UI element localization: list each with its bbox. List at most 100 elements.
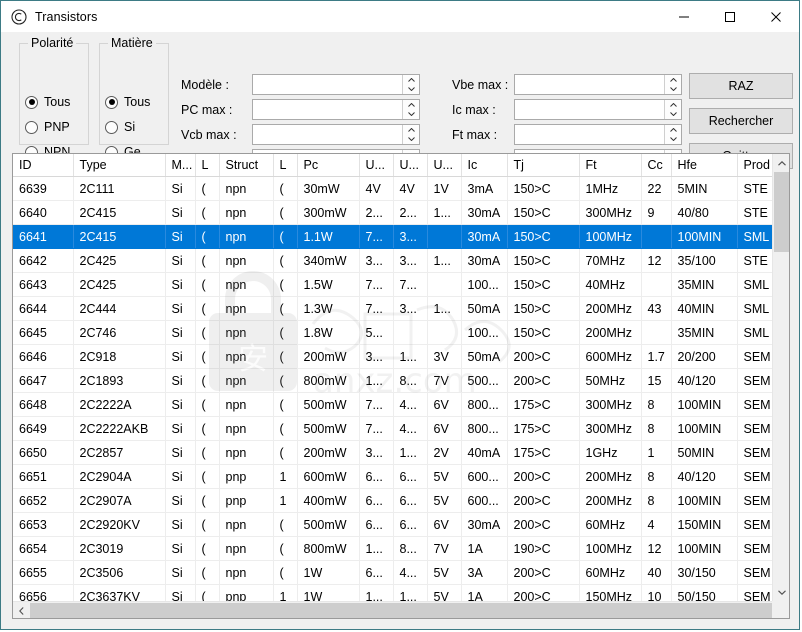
grid-column-header-pc[interactable]: Pc: [297, 154, 360, 177]
vbe-max-field[interactable]: [514, 74, 682, 95]
table-row[interactable]: 6648 2C2222A Si(npn(500mW 7... 4... 6V 800... 1…: [13, 392, 773, 417]
cell-l1: (: [195, 392, 220, 417]
grid-column-header-ic[interactable]: Ic: [461, 154, 508, 177]
chevron-down-icon[interactable]: [665, 85, 681, 95]
radio-material-si[interactable]: Si: [105, 120, 135, 134]
cell-ft: 300MHz: [579, 200, 642, 225]
table-row[interactable]: 6652 2C2907A Si(pnp 1 400mW 6... 6... 5V 600... 2…: [13, 488, 773, 513]
radio-polarity-tous[interactable]: Tous: [25, 95, 70, 109]
radio-polarity-pnp[interactable]: PNP: [25, 120, 70, 134]
pc-max-field[interactable]: [252, 99, 420, 120]
cell-cc: 4: [641, 512, 672, 537]
ic-max-spinner[interactable]: [664, 100, 681, 119]
grid-column-header-ft[interactable]: Ft: [579, 154, 642, 177]
vertical-scrollbar[interactable]: [772, 154, 789, 601]
grid-header-row[interactable]: ID Type M... L Struct L Pc U... U... U... Ic Tj Ft Cc…: [13, 154, 773, 177]
chevron-down-icon[interactable]: [665, 135, 681, 145]
chevron-down-icon[interactable]: [403, 85, 419, 95]
radio-indicator: [105, 120, 118, 134]
rechercher-button[interactable]: Rechercher: [689, 108, 793, 134]
cell-l1: (: [195, 416, 220, 441]
grid-column-header-u2[interactable]: U...: [393, 154, 428, 177]
grid-column-header-hfe[interactable]: Hfe: [671, 154, 738, 177]
chevron-up-icon[interactable]: [665, 75, 681, 85]
table-row[interactable]: 6641 2C415 Si(npn(1.1W 7... 3... 30mA 150>C 100…: [13, 224, 773, 249]
cell-hfe: 5MIN: [671, 176, 738, 201]
table-row[interactable]: 6643 2C425 Si(npn(1.5W 7... 7... 100... 150>C 4…: [13, 272, 773, 297]
ft-max-spinner[interactable]: [664, 125, 681, 144]
cell-u2: 4...: [393, 560, 428, 585]
table-row[interactable]: 6651 2C2904A Si(pnp 1 600mW 6... 6... 5V 600... 2…: [13, 464, 773, 489]
cell-type: 2C3637KV: [73, 584, 166, 601]
raz-button[interactable]: RAZ: [689, 73, 793, 99]
maximize-button[interactable]: [707, 1, 753, 32]
horizontal-scrollbar-thumb[interactable]: [30, 603, 772, 618]
scroll-down-icon[interactable]: [773, 583, 789, 601]
grid-column-header-l1[interactable]: L: [195, 154, 220, 177]
table-row[interactable]: 6640 2C415 Si(npn(300mW 2... 2... 1... 30mA 150…: [13, 200, 773, 225]
horizontal-scrollbar[interactable]: [13, 601, 789, 618]
scroll-up-icon[interactable]: [773, 154, 789, 172]
grid-column-header-u1[interactable]: U...: [359, 154, 394, 177]
chevron-down-icon[interactable]: [403, 135, 419, 145]
modele-field[interactable]: [252, 74, 420, 95]
cell-tj: 200>C: [507, 344, 580, 369]
vbe-max-spinner[interactable]: [664, 75, 681, 94]
minimize-button[interactable]: [661, 1, 707, 32]
table-row[interactable]: 6655 2C3506 Si(npn(1W 6... 4... 5V 3A 200>C 60MH…: [13, 560, 773, 585]
cell-mat: Si: [165, 416, 196, 441]
chevron-down-icon[interactable]: [665, 110, 681, 120]
chevron-up-icon[interactable]: [403, 75, 419, 85]
pc-max-spinner[interactable]: [402, 100, 419, 119]
vbe-max-input[interactable]: [515, 75, 664, 94]
chevron-down-icon[interactable]: [403, 110, 419, 120]
grid-column-header-l2[interactable]: L: [273, 154, 298, 177]
grid-column-header-prod[interactable]: Prod: [737, 154, 773, 177]
chevron-up-icon[interactable]: [403, 100, 419, 110]
transistors-grid[interactable]: ID Type M... L Struct L Pc U... U... U... Ic Tj Ft Cc…: [12, 153, 790, 619]
ft-max-field[interactable]: [514, 124, 682, 145]
grid-column-header-type[interactable]: Type: [73, 154, 166, 177]
cell-type: 2C2222AKB: [73, 416, 166, 441]
table-row[interactable]: 6646 2C918 Si(npn(200mW 3... 1... 3V 50mA 200>C…: [13, 344, 773, 369]
chevron-up-icon[interactable]: [403, 125, 419, 135]
cell-pc: 200mW: [297, 440, 360, 465]
table-row[interactable]: 6650 2C2857 Si(npn(200mW 3... 1... 2V 40mA 175>…: [13, 440, 773, 465]
scroll-left-icon[interactable]: [13, 602, 30, 618]
grid-column-header-u3[interactable]: U...: [427, 154, 462, 177]
ic-max-input[interactable]: [515, 100, 664, 119]
cell-u3: 5V: [427, 584, 462, 601]
grid-column-header-struct[interactable]: Struct: [219, 154, 274, 177]
table-row[interactable]: 6656 2C3637KV Si(pnp 1 1W 1... 1... 5V 1A 200>C 15…: [13, 584, 773, 601]
table-row[interactable]: 6645 2C746 Si(npn(1.8W 5... 100... 150>C 200MH…: [13, 320, 773, 345]
vertical-scrollbar-thumb[interactable]: [774, 172, 789, 252]
ic-max-field[interactable]: [514, 99, 682, 120]
cell-l1: (: [195, 200, 220, 225]
grid-column-header-cc[interactable]: Cc: [641, 154, 672, 177]
modele-input[interactable]: [253, 75, 402, 94]
ft-max-input[interactable]: [515, 125, 664, 144]
modele-spinner[interactable]: [402, 75, 419, 94]
pc-max-input[interactable]: [253, 100, 402, 119]
cell-struct: pnp: [219, 584, 274, 601]
vcb-max-field[interactable]: [252, 124, 420, 145]
cell-pc: 500mW: [297, 416, 360, 441]
table-row[interactable]: 6639 2C111 Si(npn(30mW 4V 4V 1V 3mA 150>C 1MHz 22…: [13, 176, 773, 201]
table-row[interactable]: 6649 2C2222AKB Si(npn(500mW 7... 4... 6V 800..…: [13, 416, 773, 441]
cell-u3: 6V: [427, 512, 462, 537]
grid-column-header-id[interactable]: ID: [13, 154, 74, 177]
vcb-max-spinner[interactable]: [402, 125, 419, 144]
grid-column-header-tj[interactable]: Tj: [507, 154, 580, 177]
close-button[interactable]: [753, 1, 799, 32]
table-row[interactable]: 6654 2C3019 Si(npn(800mW 1... 8... 7V 1A 190>C 1…: [13, 536, 773, 561]
grid-column-header-mat[interactable]: M...: [165, 154, 196, 177]
table-row[interactable]: 6644 2C444 Si(npn(1.3W 7... 3... 1... 50mA 150>…: [13, 296, 773, 321]
radio-material-tous[interactable]: Tous: [105, 95, 150, 109]
table-row[interactable]: 6653 2C2920KV Si(npn(500mW 6... 6... 6V 30mA 20…: [13, 512, 773, 537]
vcb-max-input[interactable]: [253, 125, 402, 144]
table-row[interactable]: 6642 2C425 Si(npn(340mW 3... 3... 1... 30mA 150…: [13, 248, 773, 273]
chevron-up-icon[interactable]: [665, 125, 681, 135]
table-row[interactable]: 6647 2C1893 Si(npn(800mW 1... 8... 7V 500... 20…: [13, 368, 773, 393]
cell-l2: (: [273, 176, 298, 201]
chevron-up-icon[interactable]: [665, 100, 681, 110]
